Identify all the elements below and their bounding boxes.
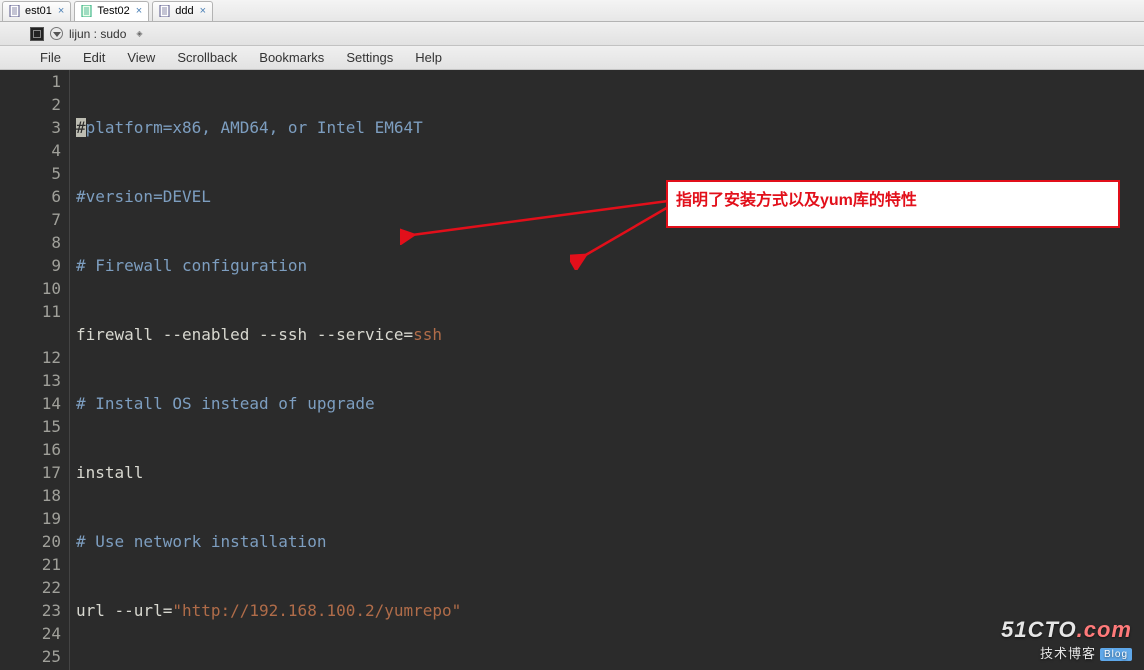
code-row: #platform=x86, AMD64, or Intel EM64T <box>76 116 1144 139</box>
file-tab-label: est01 <box>25 5 52 17</box>
line-number: 17 <box>0 461 61 484</box>
line-number: 23 <box>0 599 61 622</box>
line-number <box>0 323 61 346</box>
line-number: 8 <box>0 231 61 254</box>
code-row: # Use network installation <box>76 530 1144 553</box>
close-icon[interactable]: × <box>200 5 206 17</box>
code-text: ssh <box>413 325 442 344</box>
line-number: 18 <box>0 484 61 507</box>
line-number: 10 <box>0 277 61 300</box>
code-row: url --url="http://192.168.100.2/yumrepo" <box>76 599 1144 622</box>
file-icon <box>159 5 171 17</box>
code-text: platform=x86, AMD64, or Intel EM64T <box>86 118 423 137</box>
line-number: 16 <box>0 438 61 461</box>
line-number: 6 <box>0 185 61 208</box>
line-number-gutter: 1 2 3 4 5 6 7 8 9 10 11 12 13 14 15 16 1… <box>0 70 70 670</box>
line-number: 24 <box>0 622 61 645</box>
menu-view[interactable]: View <box>117 48 165 67</box>
line-number: 22 <box>0 576 61 599</box>
close-icon[interactable]: × <box>136 5 142 17</box>
file-tab-test02[interactable]: Test02 × <box>74 1 149 21</box>
menu-settings[interactable]: Settings <box>336 48 403 67</box>
file-tab-label: ddd <box>175 5 193 17</box>
file-tab-bar: est01 × Test02 × ddd × <box>0 0 1144 22</box>
line-number: 7 <box>0 208 61 231</box>
code-row: firewall --enabled --ssh --service=ssh <box>76 323 1144 346</box>
menu-scrollback[interactable]: Scrollback <box>167 48 247 67</box>
dropdown-icon[interactable] <box>50 27 63 40</box>
code-text: "http://192.168.100.2/yumrepo" <box>172 601 461 620</box>
line-number: 4 <box>0 139 61 162</box>
line-number: 21 <box>0 553 61 576</box>
file-icon <box>9 5 21 17</box>
file-icon <box>81 5 93 17</box>
expand-icon[interactable]: ◈ <box>136 29 142 38</box>
file-tab-label: Test02 <box>97 5 129 17</box>
terminal-icon <box>30 27 44 41</box>
menu-edit[interactable]: Edit <box>73 48 115 67</box>
menu-bookmarks[interactable]: Bookmarks <box>249 48 334 67</box>
code-text: firewall --enabled --ssh --service= <box>76 325 413 344</box>
code-row: install <box>76 461 1144 484</box>
menubar: File Edit View Scrollback Bookmarks Sett… <box>0 46 1144 70</box>
menu-file[interactable]: File <box>30 48 71 67</box>
line-number: 15 <box>0 415 61 438</box>
line-number: 9 <box>0 254 61 277</box>
window-title-strip: lijun : sudo ◈ <box>0 22 1144 46</box>
line-number: 12 <box>0 346 61 369</box>
window-title: lijun : sudo <box>69 27 126 41</box>
code-area[interactable]: #platform=x86, AMD64, or Intel EM64T #ve… <box>70 70 1144 670</box>
line-number: 1 <box>0 70 61 93</box>
file-tab-est01[interactable]: est01 × <box>2 1 71 21</box>
file-tab-ddd[interactable]: ddd × <box>152 1 213 21</box>
code-text: url --url= <box>76 601 172 620</box>
line-number: 14 <box>0 392 61 415</box>
line-number: 25 <box>0 645 61 668</box>
line-number: 3 <box>0 116 61 139</box>
editor[interactable]: 1 2 3 4 5 6 7 8 9 10 11 12 13 14 15 16 1… <box>0 70 1144 670</box>
cursor: # <box>76 118 86 137</box>
line-number: 19 <box>0 507 61 530</box>
menu-help[interactable]: Help <box>405 48 452 67</box>
line-number: 5 <box>0 162 61 185</box>
line-number: 2 <box>0 93 61 116</box>
line-number: 13 <box>0 369 61 392</box>
line-number: 20 <box>0 530 61 553</box>
line-number: 11 <box>0 300 61 323</box>
close-icon[interactable]: × <box>58 5 64 17</box>
annotation-text: 指明了安装方式以及yum库的特性 <box>676 192 917 209</box>
code-row: # Install OS instead of upgrade <box>76 392 1144 415</box>
annotation-callout: 指明了安装方式以及yum库的特性 <box>666 180 1120 228</box>
